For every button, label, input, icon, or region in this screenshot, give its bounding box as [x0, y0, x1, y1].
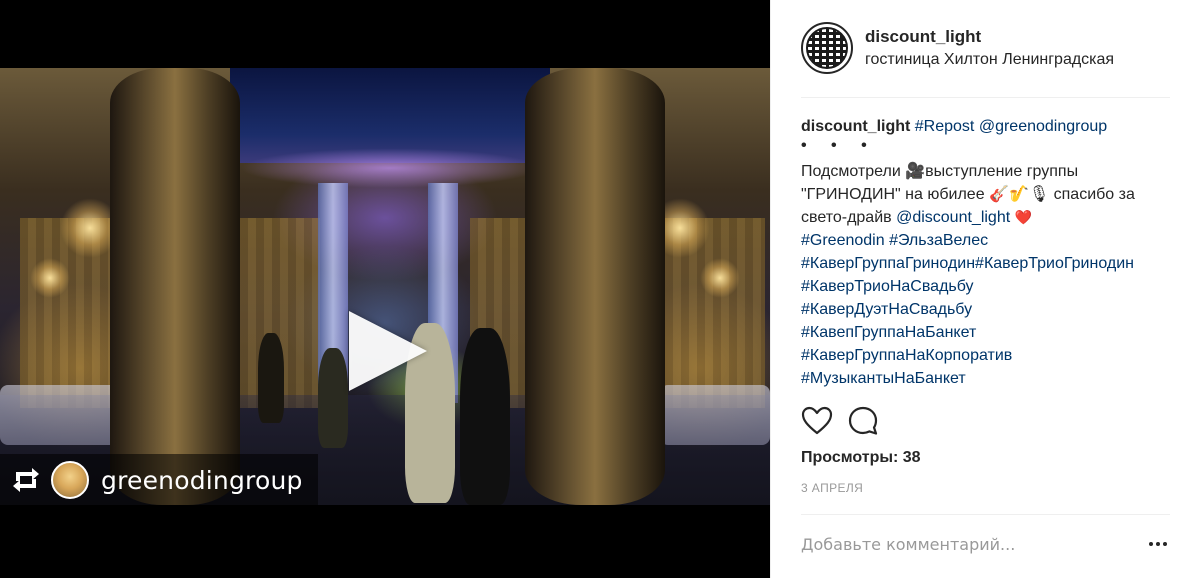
post: greenodingroup discount_light гостиница … [0, 0, 1200, 578]
comment-bubble-icon[interactable] [847, 405, 879, 437]
repost-watermark: greenodingroup [0, 454, 318, 506]
post-username[interactable]: discount_light [865, 27, 1114, 47]
caption-hashtag[interactable]: #КаверГруппаНаКорпоратив [801, 344, 1170, 367]
divider [801, 97, 1170, 98]
caption-tags[interactable]: #Repost @greenodingroup [915, 118, 1107, 135]
post-actions [801, 405, 879, 437]
caption-body: Подсмотрели 🎥выступление группы "ГРИНОДИ… [801, 160, 1170, 229]
repost-avatar [51, 461, 89, 499]
video-scene-tables [660, 385, 770, 445]
video-scene-person [460, 328, 510, 505]
divider [801, 514, 1170, 515]
caption-hashtag[interactable]: #МузыкантыНаБанкет [801, 367, 1170, 390]
avatar[interactable] [801, 22, 853, 74]
video-scene-light [240, 148, 540, 188]
comment-input[interactable] [801, 530, 1121, 558]
video-scene-lamp [700, 258, 740, 298]
caption-first-line: discount_light #Repost @greenodingroup [801, 115, 1170, 138]
video-scene-column [110, 68, 240, 505]
caption-username[interactable]: discount_light [801, 118, 910, 135]
caption-hashtag[interactable]: #КавепГруппаНаБанкет [801, 321, 1170, 344]
heart-emoji: ❤️ [1014, 209, 1033, 225]
video-scene-lamp [30, 258, 70, 298]
more-options-button[interactable] [1146, 532, 1170, 556]
repost-username: greenodingroup [101, 465, 303, 495]
play-button[interactable] [349, 311, 427, 391]
post-header: discount_light гостиница Хилтон Ленингра… [801, 20, 1170, 76]
header-text: discount_light гостиница Хилтон Ленингра… [865, 27, 1114, 70]
post-sidebar: discount_light гостиница Хилтон Ленингра… [770, 0, 1200, 578]
repost-icon [13, 468, 39, 492]
video-scene-tables [0, 385, 120, 445]
caption-hashtag[interactable]: #КаверДуэтНаСвадьбу [801, 298, 1170, 321]
dot-icon [1156, 542, 1160, 546]
caption-mention[interactable]: @discount_light [896, 209, 1010, 226]
video-scene-column [525, 68, 665, 505]
views-count[interactable]: Просмотры: 38 [801, 449, 921, 467]
video-scene-person [258, 333, 284, 423]
video-frame[interactable] [0, 68, 770, 505]
post-date[interactable]: 3 АПРЕЛЯ [801, 481, 863, 495]
video-area[interactable]: greenodingroup [0, 0, 770, 578]
caption-hashtag[interactable]: #КаверГруппаГринодин#КаверТриоГринодин #… [801, 252, 1170, 298]
video-scene-person [318, 348, 348, 448]
caption-more-dots: • • • [801, 137, 877, 154]
disco-ball-icon [806, 27, 848, 69]
dot-icon [1163, 542, 1167, 546]
dot-icon [1149, 542, 1153, 546]
caption-hashtag[interactable]: #Greenodin #ЭльзаВелес [801, 229, 1170, 252]
post-location[interactable]: гостиница Хилтон Ленинградская [865, 50, 1114, 69]
post-caption: discount_light #Repost @greenodingroup •… [801, 115, 1170, 390]
like-heart-icon[interactable] [801, 405, 833, 437]
